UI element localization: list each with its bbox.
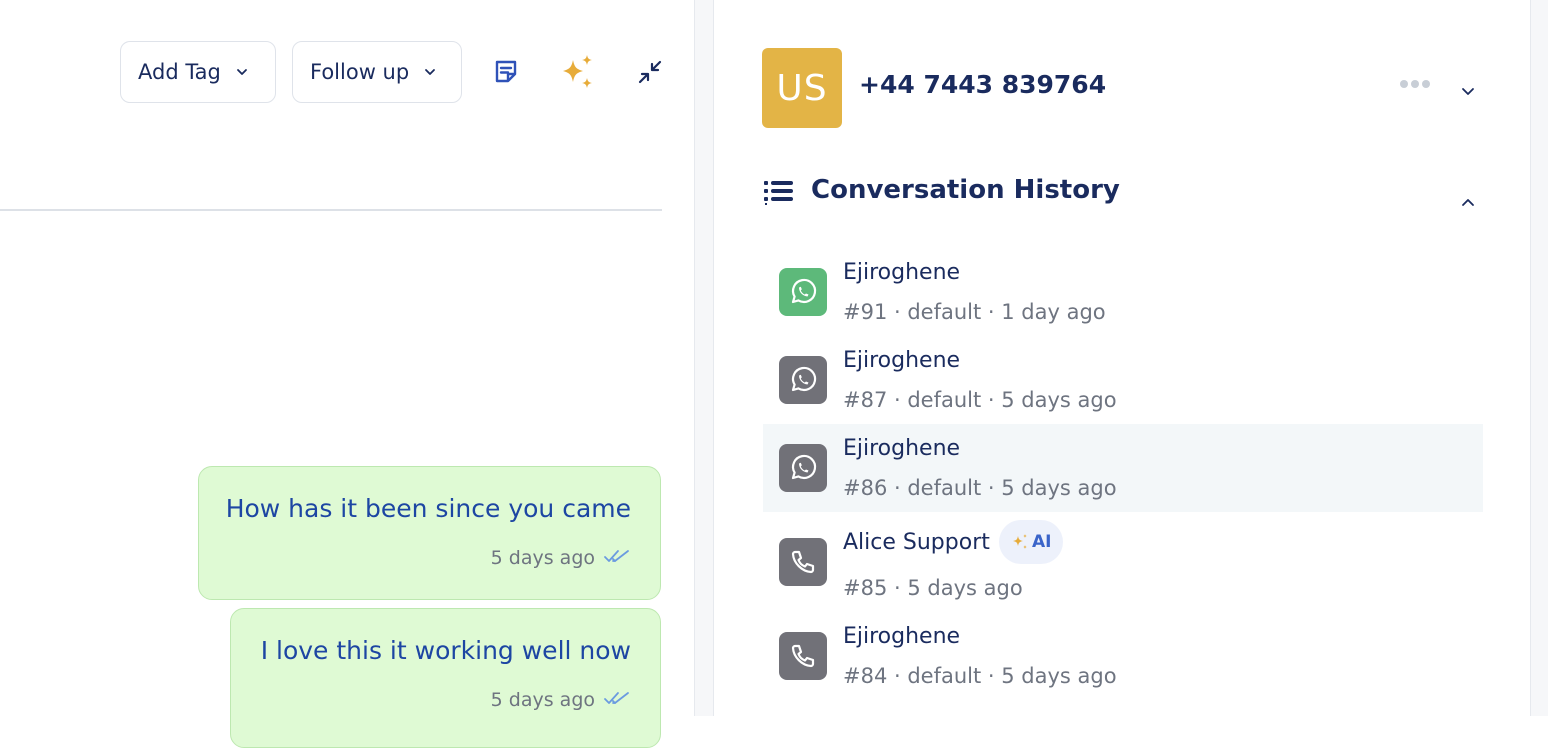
chat-pane: Add Tag Follow up How has it been since …: [0, 0, 695, 748]
message-text: I love this it working well now: [260, 636, 631, 665]
pane-gap: [695, 0, 713, 716]
history-item[interactable]: Alice Support AI #85 · 5 days ago: [763, 514, 1483, 602]
conversation-history-title: Conversation History: [811, 175, 1120, 205]
add-tag-dropdown[interactable]: Add Tag: [120, 41, 276, 103]
header-divider: [0, 209, 662, 211]
chevron-down-icon: [235, 65, 249, 79]
history-item-meta: #91 · default · 1 day ago: [843, 300, 1106, 324]
history-item-name: Ejiroghene: [843, 624, 961, 649]
chevron-down-icon[interactable]: [1460, 83, 1476, 99]
message-bubble: I love this it working well now 5 days a…: [230, 608, 661, 748]
message-meta: 5 days ago: [491, 689, 631, 711]
ai-badge-label: AI: [1032, 532, 1052, 552]
double-check-icon: [603, 547, 631, 569]
history-item[interactable]: Ejiroghene #91 · default · 1 day ago: [763, 248, 1483, 336]
message-time: 5 days ago: [490, 547, 595, 569]
ai-badge: AI: [999, 520, 1064, 564]
history-item-meta: #86 · default · 5 days ago: [843, 476, 1117, 500]
message-bubble: How has it been since you came 5 days ag…: [198, 466, 661, 600]
history-item-name: Ejiroghene: [843, 260, 961, 285]
history-item-meta: #84 · default · 5 days ago: [843, 664, 1117, 688]
history-item-name: Ejiroghene: [843, 348, 961, 373]
add-tag-label: Add Tag: [138, 60, 221, 84]
ai-sparkle-icon[interactable]: [557, 52, 597, 92]
whatsapp-icon: [779, 356, 827, 404]
message-text: How has it been since you came: [225, 494, 631, 523]
contact-panel: US +44 7443 839764 Conversation History …: [713, 0, 1531, 716]
double-check-icon: [603, 689, 631, 711]
notes-icon[interactable]: [486, 52, 526, 92]
history-item-meta: #85 · 5 days ago: [843, 576, 1023, 600]
list-icon: [764, 180, 794, 210]
chevron-down-icon: [423, 65, 437, 79]
follow-up-label: Follow up: [310, 60, 410, 84]
chevron-up-icon[interactable]: [1460, 195, 1476, 211]
history-item-meta: #87 · default · 5 days ago: [843, 388, 1117, 412]
phone-icon: [779, 632, 827, 680]
phone-icon: [779, 538, 827, 586]
avatar: US: [762, 48, 842, 128]
history-item[interactable]: Ejiroghene #86 · default · 5 days ago: [763, 424, 1483, 512]
history-item-name: Alice Support: [843, 530, 990, 555]
right-gutter: [1531, 0, 1548, 716]
more-options-icon[interactable]: [1400, 80, 1430, 88]
follow-up-dropdown[interactable]: Follow up: [292, 41, 462, 103]
whatsapp-icon: [779, 444, 827, 492]
ai-sparkle-icon: [1013, 534, 1027, 549]
history-item-name: Ejiroghene: [843, 436, 961, 461]
whatsapp-icon: [779, 268, 827, 316]
history-item[interactable]: Ejiroghene #87 · default · 5 days ago: [763, 336, 1483, 424]
message-meta: 5 days ago: [491, 547, 631, 569]
history-item[interactable]: Ejiroghene #84 · default · 5 days ago: [763, 612, 1483, 700]
message-time: 5 days ago: [490, 689, 595, 711]
minimize-icon[interactable]: [630, 52, 670, 92]
contact-phone: +44 7443 839764: [859, 70, 1107, 99]
